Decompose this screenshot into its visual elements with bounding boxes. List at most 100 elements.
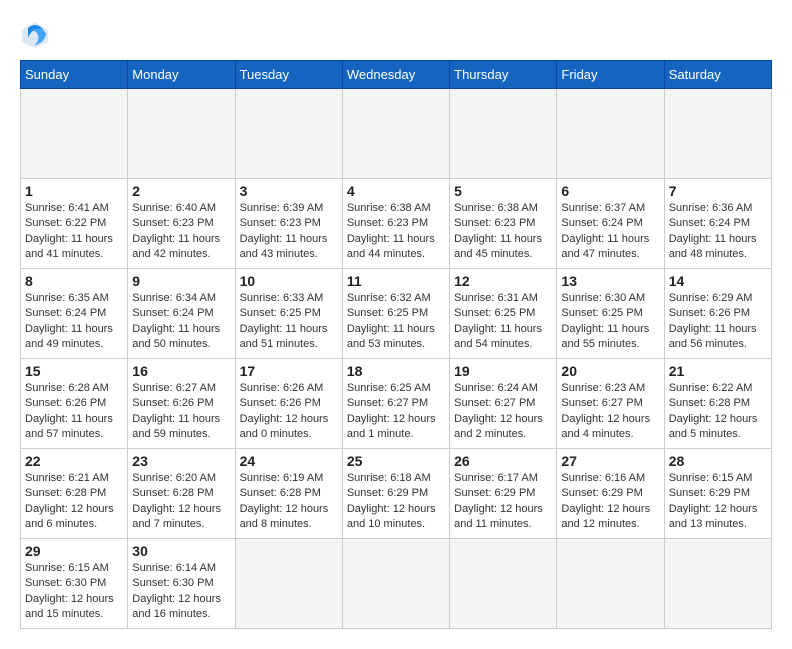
calendar-header-cell: Thursday — [450, 61, 557, 89]
day-detail: Sunrise: 6:38 AMSunset: 6:23 PMDaylight:… — [347, 201, 445, 263]
day-number: 8 — [25, 273, 123, 289]
calendar-day-cell: 17 Sunrise: 6:26 AMSunset: 6:26 PMDayligh… — [235, 359, 342, 449]
calendar-day-cell — [235, 89, 342, 179]
calendar-day-cell: 8 Sunrise: 6:35 AMSunset: 6:24 PMDaylight… — [21, 269, 128, 359]
day-detail: Sunrise: 6:15 AMSunset: 6:30 PMDaylight:… — [25, 561, 123, 623]
calendar-header-cell: Tuesday — [235, 61, 342, 89]
day-detail: Sunrise: 6:17 AMSunset: 6:29 PMDaylight:… — [454, 471, 552, 533]
calendar-day-cell: 1Sunrise: 6:41 AMSunset: 6:22 PMDaylight… — [21, 179, 128, 269]
day-number: 27 — [561, 453, 659, 469]
day-number: 1 — [25, 183, 123, 199]
calendar-day-cell: 21Sunrise: 6:22 AMSunset: 6:28 PMDayligh… — [664, 359, 771, 449]
calendar-header-cell: Saturday — [664, 61, 771, 89]
calendar-day-cell: 12 Sunrise: 6:31 AMSunset: 6:25 PMDayligh… — [450, 269, 557, 359]
day-number: 3 — [240, 183, 338, 199]
day-number: 6 — [561, 183, 659, 199]
day-number: 26 — [454, 453, 552, 469]
day-number: 14 — [669, 273, 767, 289]
calendar-day-cell: 11Sunrise: 6:32 AMSunset: 6:25 PMDayligh… — [342, 269, 449, 359]
day-detail: Sunrise: 6:22 AMSunset: 6:28 PMDaylight:… — [669, 381, 767, 443]
calendar-day-cell: 27 Sunrise: 6:16 AMSunset: 6:29 PMDayligh… — [557, 449, 664, 539]
day-number: 11 — [347, 273, 445, 289]
day-detail: Sunrise: 6:34 AMSunset: 6:24 PMDaylight:… — [132, 291, 230, 353]
day-number: 19 — [454, 363, 552, 379]
calendar-table: SundayMondayTuesdayWednesdayThursdayFrid… — [20, 60, 772, 629]
calendar-day-cell — [664, 539, 771, 629]
day-detail: Sunrise: 6:26 AMSunset: 6:26 PMDaylight:… — [240, 381, 338, 443]
day-number: 22 — [25, 453, 123, 469]
calendar-day-cell: 10 Sunrise: 6:33 AMSunset: 6:25 PMDayligh… — [235, 269, 342, 359]
calendar-day-cell: 19 Sunrise: 6:24 AMSunset: 6:27 PMDayligh… — [450, 359, 557, 449]
day-number: 29 — [25, 543, 123, 559]
calendar-day-cell: 13Sunrise: 6:30 AMSunset: 6:25 PMDayligh… — [557, 269, 664, 359]
day-detail: Sunrise: 6:14 AMSunset: 6:30 PMDaylight:… — [132, 561, 230, 623]
calendar-week-row: 8 Sunrise: 6:35 AMSunset: 6:24 PMDaylight… — [21, 269, 772, 359]
day-number: 4 — [347, 183, 445, 199]
day-number: 16 — [132, 363, 230, 379]
day-detail: Sunrise: 6:16 AMSunset: 6:29 PMDaylight:… — [561, 471, 659, 533]
calendar-day-cell — [557, 89, 664, 179]
day-detail: Sunrise: 6:31 AMSunset: 6:25 PMDaylight:… — [454, 291, 552, 353]
day-detail: Sunrise: 6:21 AMSunset: 6:28 PMDaylight:… — [25, 471, 123, 533]
day-detail: Sunrise: 6:15 AMSunset: 6:29 PMDaylight:… — [669, 471, 767, 533]
calendar-day-cell: 5 Sunrise: 6:38 AMSunset: 6:23 PMDaylight… — [450, 179, 557, 269]
calendar-day-cell — [450, 89, 557, 179]
day-detail: Sunrise: 6:38 AMSunset: 6:23 PMDaylight:… — [454, 201, 552, 263]
calendar-day-cell: 4 Sunrise: 6:38 AMSunset: 6:23 PMDaylight… — [342, 179, 449, 269]
day-number: 10 — [240, 273, 338, 289]
day-number: 28 — [669, 453, 767, 469]
calendar-day-cell — [235, 539, 342, 629]
calendar-day-cell: 9 Sunrise: 6:34 AMSunset: 6:24 PMDaylight… — [128, 269, 235, 359]
calendar-day-cell — [664, 89, 771, 179]
calendar-day-cell: 2 Sunrise: 6:40 AMSunset: 6:23 PMDaylight… — [128, 179, 235, 269]
day-number: 2 — [132, 183, 230, 199]
calendar-header-cell: Wednesday — [342, 61, 449, 89]
day-number: 5 — [454, 183, 552, 199]
calendar-week-row: 1Sunrise: 6:41 AMSunset: 6:22 PMDaylight… — [21, 179, 772, 269]
day-number: 12 — [454, 273, 552, 289]
calendar-day-cell — [21, 89, 128, 179]
calendar-day-cell: 22 Sunrise: 6:21 AMSunset: 6:28 PMDayligh… — [21, 449, 128, 539]
calendar-week-row: 22 Sunrise: 6:21 AMSunset: 6:28 PMDayligh… — [21, 449, 772, 539]
day-detail: Sunrise: 6:23 AMSunset: 6:27 PMDaylight:… — [561, 381, 659, 443]
day-number: 30 — [132, 543, 230, 559]
calendar-day-cell — [557, 539, 664, 629]
day-detail: Sunrise: 6:30 AMSunset: 6:25 PMDaylight:… — [561, 291, 659, 353]
calendar-week-row — [21, 89, 772, 179]
logo-icon — [20, 20, 50, 50]
day-detail: Sunrise: 6:24 AMSunset: 6:27 PMDaylight:… — [454, 381, 552, 443]
day-number: 15 — [25, 363, 123, 379]
day-detail: Sunrise: 6:36 AMSunset: 6:24 PMDaylight:… — [669, 201, 767, 263]
calendar-day-cell: 28 Sunrise: 6:15 AMSunset: 6:29 PMDayligh… — [664, 449, 771, 539]
calendar-day-cell — [128, 89, 235, 179]
day-detail: Sunrise: 6:20 AMSunset: 6:28 PMDaylight:… — [132, 471, 230, 533]
day-detail: Sunrise: 6:27 AMSunset: 6:26 PMDaylight:… — [132, 381, 230, 443]
calendar-day-cell — [342, 539, 449, 629]
calendar-day-cell: 23 Sunrise: 6:20 AMSunset: 6:28 PMDayligh… — [128, 449, 235, 539]
calendar-header-cell: Friday — [557, 61, 664, 89]
calendar-day-cell: 14 Sunrise: 6:29 AMSunset: 6:26 PMDayligh… — [664, 269, 771, 359]
calendar-day-cell: 26 Sunrise: 6:17 AMSunset: 6:29 PMDayligh… — [450, 449, 557, 539]
calendar-week-row: 15 Sunrise: 6:28 AMSunset: 6:26 PMDayligh… — [21, 359, 772, 449]
calendar-day-cell: 18Sunrise: 6:25 AMSunset: 6:27 PMDayligh… — [342, 359, 449, 449]
calendar-day-cell: 6Sunrise: 6:37 AMSunset: 6:24 PMDaylight… — [557, 179, 664, 269]
day-number: 7 — [669, 183, 767, 199]
page-header — [20, 20, 772, 50]
day-detail: Sunrise: 6:40 AMSunset: 6:23 PMDaylight:… — [132, 201, 230, 263]
calendar-day-cell: 16 Sunrise: 6:27 AMSunset: 6:26 PMDayligh… — [128, 359, 235, 449]
logo — [20, 20, 54, 50]
calendar-day-cell: 15 Sunrise: 6:28 AMSunset: 6:26 PMDayligh… — [21, 359, 128, 449]
calendar-day-cell: 20 Sunrise: 6:23 AMSunset: 6:27 PMDayligh… — [557, 359, 664, 449]
day-number: 9 — [132, 273, 230, 289]
day-number: 20 — [561, 363, 659, 379]
day-number: 23 — [132, 453, 230, 469]
calendar-day-cell: 30 Sunrise: 6:14 AMSunset: 6:30 PMDayligh… — [128, 539, 235, 629]
day-detail: Sunrise: 6:28 AMSunset: 6:26 PMDaylight:… — [25, 381, 123, 443]
day-number: 17 — [240, 363, 338, 379]
day-detail: Sunrise: 6:33 AMSunset: 6:25 PMDaylight:… — [240, 291, 338, 353]
day-detail: Sunrise: 6:35 AMSunset: 6:24 PMDaylight:… — [25, 291, 123, 353]
calendar-day-cell: 7 Sunrise: 6:36 AMSunset: 6:24 PMDaylight… — [664, 179, 771, 269]
day-detail: Sunrise: 6:29 AMSunset: 6:26 PMDaylight:… — [669, 291, 767, 353]
day-number: 25 — [347, 453, 445, 469]
calendar-header-cell: Sunday — [21, 61, 128, 89]
